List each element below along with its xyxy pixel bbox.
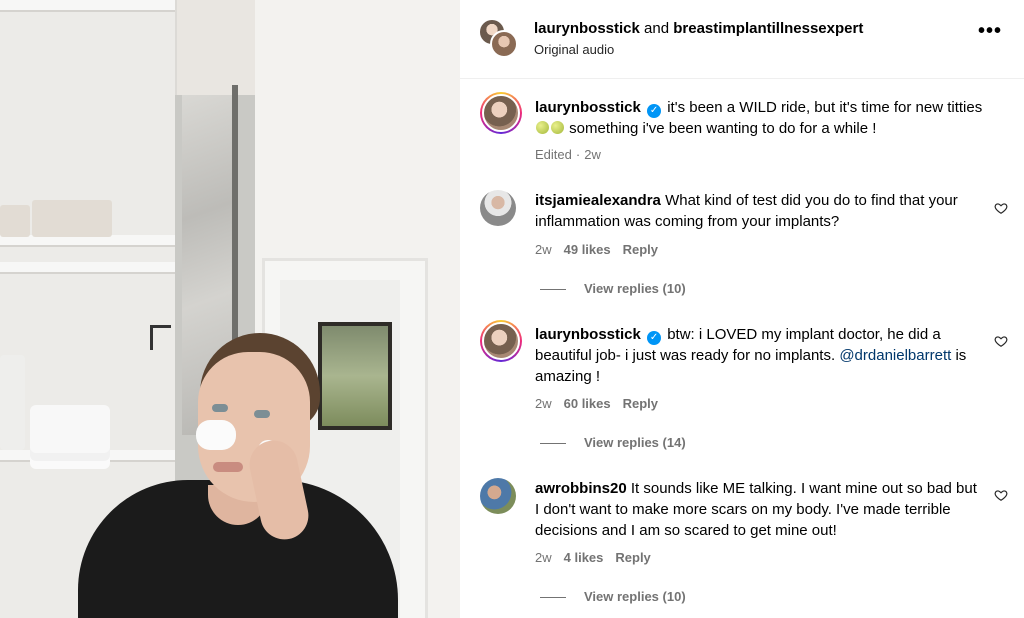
caption-body: it's been a WILD ride, but it's time for… (667, 99, 983, 116)
tennis-ball-emoji-icon (536, 121, 549, 134)
original-audio-link[interactable]: Original audio (534, 42, 614, 57)
view-replies-label: View replies (10) (584, 281, 686, 296)
username-link[interactable]: itsjamiealexandra (535, 192, 661, 209)
reply-button[interactable]: Reply (615, 550, 650, 565)
edited-label: Edited (535, 147, 572, 162)
replies-divider (540, 443, 566, 445)
more-horizontal-icon[interactable]: ••• (978, 21, 1002, 41)
view-replies-button[interactable]: View replies (10) (540, 281, 686, 296)
view-replies-button[interactable]: View replies (14) (540, 435, 686, 450)
view-replies-button[interactable]: View replies (10) (540, 589, 686, 604)
post-panel: laurynbosstick and breastimplantillnesse… (460, 0, 1024, 618)
heart-icon[interactable] (994, 488, 1008, 502)
shelf (0, 262, 175, 274)
person-lips (213, 462, 243, 472)
comment-meta: 2w 60 likes Reply (535, 396, 670, 411)
replies-divider (540, 289, 566, 291)
timestamp[interactable]: 2w (535, 242, 552, 257)
likes-count[interactable]: 49 likes (564, 242, 611, 257)
person-eye (254, 410, 270, 418)
timestamp[interactable]: 2w (535, 550, 552, 565)
view-replies-label: View replies (10) (584, 589, 686, 604)
caption-meta: Edited · 2w (535, 147, 613, 162)
post-authors: laurynbosstick and breastimplantillnesse… (534, 20, 863, 37)
mention-link[interactable]: @drdanielbarrett (839, 347, 951, 364)
towels (30, 405, 110, 453)
likes-count[interactable]: 4 likes (564, 550, 604, 565)
authors-joiner: and (639, 20, 674, 37)
caption-text: laurynbosstick ✓ it's been a WILD ride, … (535, 97, 985, 139)
basket (0, 205, 30, 237)
collab-avatar[interactable] (490, 30, 518, 58)
avatar[interactable] (480, 320, 522, 362)
timestamp[interactable]: 2w (535, 396, 552, 411)
view-replies-label: View replies (14) (584, 435, 686, 450)
avatar[interactable] (480, 92, 522, 134)
timestamp[interactable]: 2w (584, 147, 601, 162)
comment-text: itsjamiealexandra What kind of test did … (535, 190, 980, 232)
username-link[interactable]: awrobbins20 (535, 480, 627, 497)
cabinet-handle (150, 325, 171, 350)
username-link[interactable]: laurynbosstick (535, 326, 641, 343)
video-frame[interactable] (0, 0, 460, 618)
meta-separator: · (575, 147, 581, 162)
shelf (0, 0, 175, 12)
verified-badge-icon: ✓ (647, 104, 662, 118)
comment-text: laurynbosstick ✓ btw: i LOVED my implant… (535, 324, 980, 387)
towels (0, 355, 25, 450)
author-link[interactable]: breastimplantillnessexpert (673, 20, 863, 37)
tennis-ball-emoji-icon (551, 121, 564, 134)
comment-text: awrobbins20 It sounds like ME talking. I… (535, 478, 980, 541)
username-link[interactable]: laurynbosstick (535, 99, 641, 116)
replies-divider (540, 597, 566, 599)
heart-icon[interactable] (994, 334, 1008, 348)
reply-button[interactable]: Reply (623, 396, 658, 411)
caption-body: something i've been wanting to do for a … (569, 120, 877, 137)
basket (32, 200, 112, 237)
comment-meta: 2w 4 likes Reply (535, 550, 663, 565)
face-cream (196, 420, 236, 450)
post-header: laurynbosstick and breastimplantillnesse… (460, 0, 1024, 79)
author-link[interactable]: laurynbosstick (534, 20, 640, 37)
comment-meta: 2w 49 likes Reply (535, 242, 670, 257)
avatar[interactable] (480, 190, 516, 226)
avatar[interactable] (480, 478, 516, 514)
likes-count[interactable]: 60 likes (564, 396, 611, 411)
heart-icon[interactable] (994, 201, 1008, 215)
person-eye (212, 404, 228, 412)
window (318, 322, 392, 430)
reply-button[interactable]: Reply (623, 242, 658, 257)
verified-badge-icon: ✓ (647, 331, 662, 345)
